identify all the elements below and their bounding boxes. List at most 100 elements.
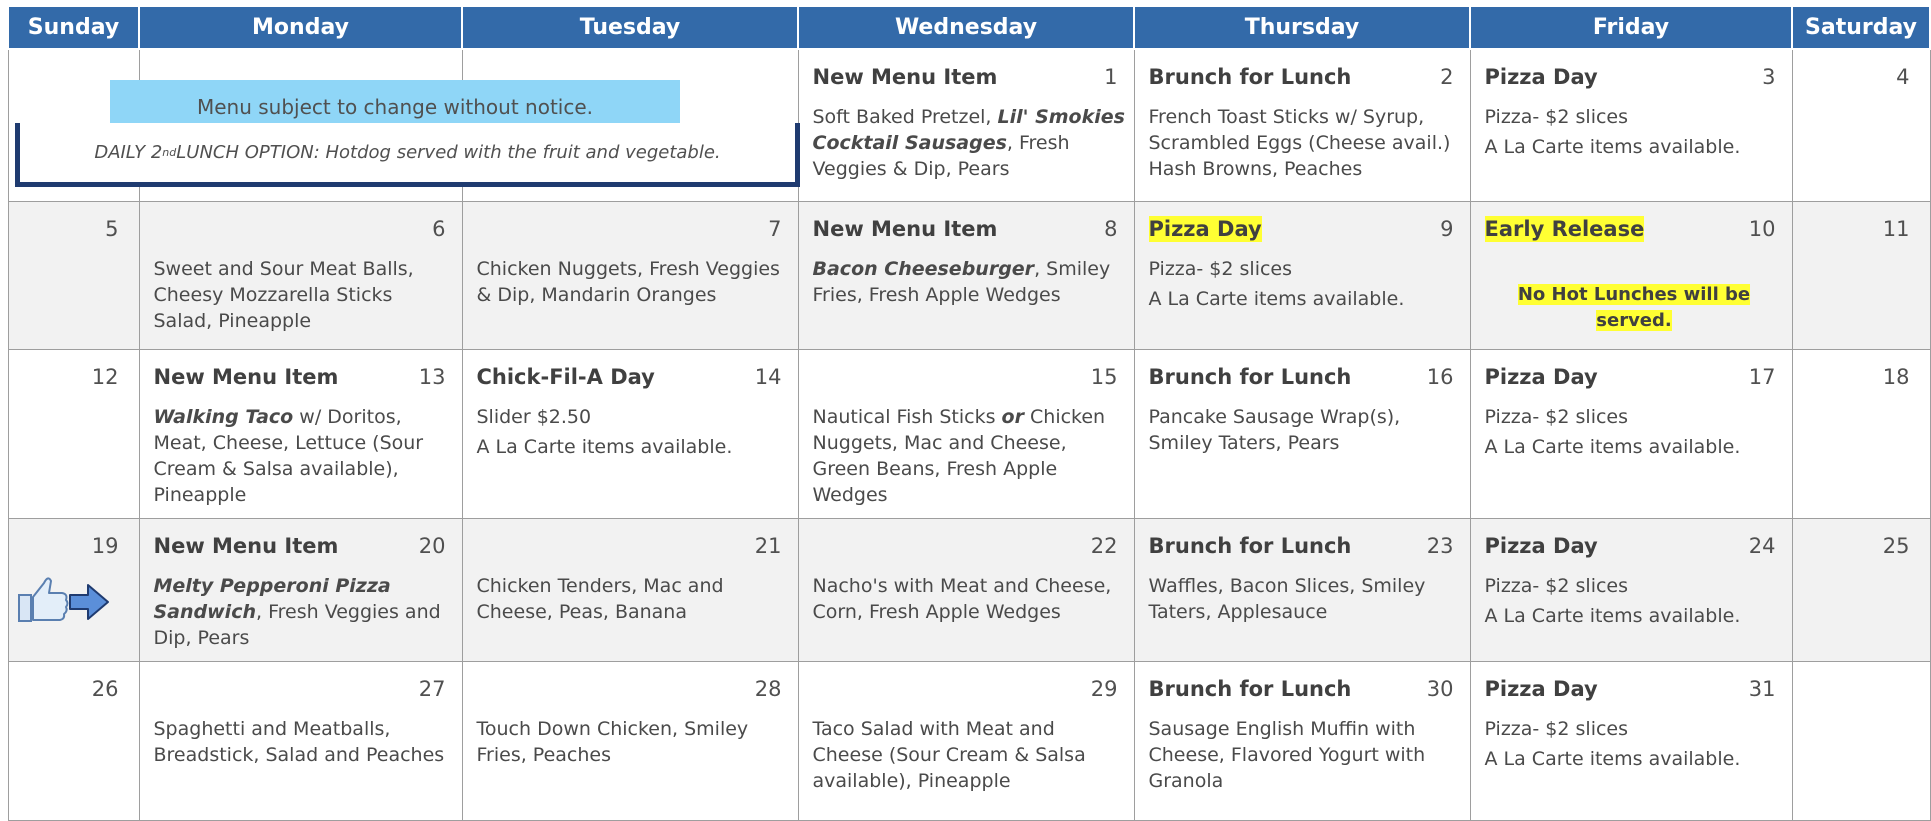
day-number: 10 [1748, 217, 1776, 241]
week-row-3: 12 New Menu Item 13 Walking Taco w/ Dori… [7, 349, 1931, 519]
header-sunday: Sunday [7, 5, 140, 50]
day-title: New Menu Item [812, 217, 998, 241]
day-cell: 6 Sweet and Sour Meat Balls, Cheesy Mozz… [138, 201, 463, 350]
menu-text: Touch Down Chicken, Smiley Fries, Peache… [476, 718, 749, 766]
header-thursday: Thursday [1133, 5, 1471, 50]
day-number: 28 [754, 677, 782, 701]
day-cell: 26 [7, 661, 140, 821]
daily-lunch-option: DAILY 2nd LUNCH OPTION: Hotdog served wi… [15, 123, 800, 187]
day-cell: Brunch for Lunch 2 French Toast Sticks w… [1133, 48, 1471, 202]
day-cell: Pizza Day 24 Pizza- $2 slices A La Carte … [1469, 518, 1793, 662]
menu-text: Pizza- $2 slices A La Carte items availab… [1148, 258, 1405, 310]
day-cell: 25 [1791, 518, 1931, 662]
day-title: Brunch for Lunch [1148, 534, 1352, 558]
week-row-5: 26 27 Spaghetti and Meatballs, Breadstic… [7, 661, 1931, 821]
day-cell: New Menu Item 8 Bacon Cheeseburger, Smil… [797, 201, 1135, 350]
day-title: Brunch for Lunch [1148, 677, 1352, 701]
header-wednesday: Wednesday [797, 5, 1135, 50]
day-cell: 27 Spaghetti and Meatballs, Breadstick, … [138, 661, 463, 821]
menu-text: Chicken Nuggets, Fresh Veggies & Dip, Ma… [476, 258, 780, 306]
week-row-2: 5 6 Sweet and Sour Meat Balls, Cheesy Mo… [7, 201, 1931, 350]
day-number: 12 [91, 365, 119, 389]
day-number: 22 [1090, 534, 1118, 558]
header-tuesday: Tuesday [461, 5, 799, 50]
day-title: Chick-Fil-A Day [476, 365, 655, 389]
day-cell: 11 [1791, 201, 1931, 350]
day-title: Pizza Day [1148, 216, 1262, 242]
day-number: 8 [1104, 217, 1118, 241]
day-number: 17 [1748, 365, 1776, 389]
day-title: Pizza Day [1484, 677, 1598, 701]
day-number: 31 [1748, 677, 1776, 701]
day-number: 6 [432, 217, 446, 241]
menu-text: Slider $2.50 A La Carte items available. [476, 406, 733, 458]
no-hot-lunch-notice: No Hot Lunches will be served. [1517, 284, 1751, 331]
day-number: 2 [1440, 65, 1454, 89]
menu-text: Pizza- $2 slices A La Carte items availab… [1484, 718, 1741, 770]
day-title: New Menu Item [153, 534, 339, 558]
day-number: 5 [105, 217, 119, 241]
menu-text: Sweet and Sour Meat Balls, Cheesy Mozzar… [153, 258, 414, 332]
day-title: Brunch for Lunch [1148, 65, 1352, 89]
day-title: Pizza Day [1484, 365, 1598, 389]
day-cell: Pizza Day 17 Pizza- $2 slices A La Carte … [1469, 349, 1793, 519]
day-cell: 12 [7, 349, 140, 519]
day-number: 27 [418, 677, 446, 701]
day-number: 11 [1882, 217, 1910, 241]
day-number: 9 [1440, 217, 1454, 241]
menu-text: Bacon Cheeseburger, Smiley Fries, Fresh … [812, 258, 1111, 306]
right-arrow-icon [69, 584, 109, 620]
day-cell: 21 Chicken Tenders, Mac and Cheese, Peas… [461, 518, 799, 662]
menu-text: Nautical Fish Sticks or Chicken Nuggets,… [812, 406, 1106, 506]
day-number: 7 [768, 217, 782, 241]
menu-text: Chicken Tenders, Mac and Cheese, Peas, B… [476, 575, 724, 623]
day-number: 4 [1896, 65, 1910, 89]
menu-text: Melty Pepperoni Pizza Sandwich, Fresh Ve… [153, 575, 441, 649]
thumbs-up-icon [18, 577, 69, 622]
day-number: 15 [1090, 365, 1118, 389]
day-cell: Brunch for Lunch 23 Waffles, Bacon Slice… [1133, 518, 1471, 662]
menu-text: Waffles, Bacon Slices, Smiley Taters, Ap… [1148, 575, 1426, 623]
day-title: Pizza Day [1484, 534, 1598, 558]
menu-text: Nacho's with Meat and Cheese, Corn, Fres… [812, 575, 1112, 623]
day-number: 18 [1882, 365, 1910, 389]
day-cell: Pizza Day 3 Pizza- $2 slices A La Carte i… [1469, 48, 1793, 202]
day-cell: 29 Taco Salad with Meat and Cheese (Sour… [797, 661, 1135, 821]
day-cell: Chick-Fil-A Day 14 Slider $2.50 A La Cart… [461, 349, 799, 519]
day-cell: Pizza Day 31 Pizza- $2 slices A La Carte … [1469, 661, 1793, 821]
day-number: 1 [1104, 65, 1118, 89]
menu-text: Spaghetti and Meatballs, Breadstick, Sal… [153, 718, 445, 766]
menu-text: Pizza- $2 slices A La Carte items availab… [1484, 106, 1741, 158]
day-title: New Menu Item [153, 365, 339, 389]
day-cell: 4 [1791, 48, 1931, 202]
day-title: Pizza Day [1484, 65, 1598, 89]
day-number: 19 [91, 534, 119, 558]
menu-text: Pizza- $2 slices A La Carte items availab… [1484, 575, 1741, 627]
day-cell: 22 Nacho's with Meat and Cheese, Corn, F… [797, 518, 1135, 662]
day-cell: New Menu Item 1 Soft Baked Pretzel, Lil'… [797, 48, 1135, 202]
day-number: 25 [1882, 534, 1910, 558]
day-number: 21 [754, 534, 782, 558]
thumbs-up-arrow [18, 577, 109, 622]
day-cell: New Menu Item 13 Walking Taco w/ Doritos… [138, 349, 463, 519]
day-cell: 7 Chicken Nuggets, Fresh Veggies & Dip, … [461, 201, 799, 350]
header-saturday: Saturday [1791, 5, 1931, 50]
day-title: Early Release [1484, 216, 1645, 242]
day-cell: 5 [7, 201, 140, 350]
menu-text: Taco Salad with Meat and Cheese (Sour Cr… [812, 718, 1086, 792]
menu-text: Walking Taco w/ Doritos, Meat, Cheese, L… [153, 406, 424, 506]
day-number: 26 [91, 677, 119, 701]
week-row-4: 19 New Menu Item 20 Melty Pepperoni Pizz… [7, 518, 1931, 662]
day-number: 14 [754, 365, 782, 389]
menu-text: Pancake Sausage Wrap(s), Smiley Taters, … [1148, 406, 1401, 454]
day-title: Brunch for Lunch [1148, 365, 1352, 389]
day-number: 23 [1426, 534, 1454, 558]
day-number: 20 [418, 534, 446, 558]
day-cell: New Menu Item 20 Melty Pepperoni Pizza S… [138, 518, 463, 662]
day-cell: Brunch for Lunch 30 Sausage English Muff… [1133, 661, 1471, 821]
header-friday: Friday [1469, 5, 1793, 50]
day-number: 13 [418, 365, 446, 389]
menu-text: Soft Baked Pretzel, Lil' Smokies Cocktai… [812, 106, 1125, 180]
menu-text: Sausage English Muffin with Cheese, Flav… [1148, 718, 1426, 792]
day-number: 29 [1090, 677, 1118, 701]
